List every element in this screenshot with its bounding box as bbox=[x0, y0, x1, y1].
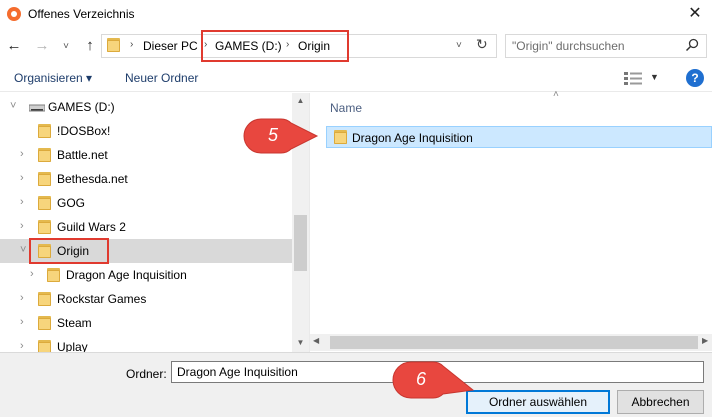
select-folder-button[interactable]: Ordner auswählen bbox=[466, 390, 610, 414]
chevron-right-icon[interactable]: › bbox=[20, 292, 24, 304]
scroll-up-icon[interactable]: ▲ bbox=[292, 96, 309, 105]
drive-icon bbox=[29, 104, 45, 112]
chevron-right-icon[interactable]: › bbox=[20, 172, 24, 184]
origin-app-icon bbox=[7, 7, 21, 21]
folder-icon bbox=[107, 38, 123, 52]
chevron-right-icon[interactable]: › bbox=[20, 316, 24, 328]
chevron-right-icon[interactable]: › bbox=[30, 268, 34, 280]
callout-number: 6 bbox=[416, 369, 427, 389]
search-placeholder: "Origin" durchsuchen bbox=[512, 39, 625, 53]
tree-item-guild-wars-2[interactable]: › Guild Wars 2 bbox=[0, 215, 292, 239]
folder-field-label: Ordner: bbox=[126, 367, 167, 381]
tree-item-label: Guild Wars 2 bbox=[57, 220, 126, 234]
chevron-down-icon[interactable]: ˅ bbox=[10, 100, 16, 112]
scroll-left-icon[interactable]: ◀ bbox=[313, 336, 319, 345]
view-dropdown-icon[interactable]: ▼ bbox=[650, 72, 659, 82]
chevron-right-icon[interactable]: › bbox=[20, 148, 24, 160]
scroll-down-icon[interactable]: ▼ bbox=[292, 338, 309, 347]
scroll-right-icon[interactable]: ▶ bbox=[702, 336, 708, 345]
tree-item-label: GOG bbox=[57, 196, 86, 210]
back-button[interactable]: ← bbox=[4, 36, 24, 56]
breadcrumb-separator-icon[interactable]: › bbox=[130, 39, 133, 50]
tree-item-label: !DOSBox! bbox=[57, 124, 111, 138]
origin-highlight-box bbox=[29, 238, 109, 264]
organize-button[interactable]: Organisieren ▾ bbox=[14, 71, 92, 85]
chevron-down-icon[interactable]: ˅ bbox=[20, 244, 26, 256]
content-scrollbar-thumb[interactable] bbox=[330, 336, 698, 349]
view-mode-icon[interactable] bbox=[624, 72, 642, 85]
tree-item-label: Dragon Age Inquisition bbox=[66, 268, 187, 282]
callout-arrow-shape bbox=[392, 361, 475, 399]
tree-item-uplay[interactable]: › Uplay bbox=[0, 335, 292, 352]
sort-ascending-icon: ˄ bbox=[553, 89, 559, 100]
tree-item-dragon-age-inquisition[interactable]: › Dragon Age Inquisition bbox=[0, 263, 292, 287]
step-callout-5: 5 bbox=[241, 117, 321, 158]
recent-locations-button[interactable]: ˅ bbox=[59, 37, 73, 57]
tree-item-games-drive[interactable]: ˅ GAMES (D:) bbox=[0, 95, 292, 119]
tree-item-label: Uplay bbox=[57, 340, 88, 352]
list-item-label: Dragon Age Inquisition bbox=[352, 131, 473, 145]
command-bar bbox=[0, 64, 712, 92]
chevron-right-icon[interactable]: › bbox=[20, 340, 24, 352]
tree-item-rockstar-games[interactable]: › Rockstar Games bbox=[0, 287, 292, 311]
tree-item-label: GAMES (D:) bbox=[48, 100, 115, 114]
close-button[interactable]: ✕ bbox=[682, 2, 708, 26]
help-icon[interactable]: ? bbox=[686, 69, 704, 87]
chevron-right-icon[interactable]: › bbox=[20, 196, 24, 208]
window-title: Offenes Verzeichnis bbox=[28, 7, 135, 21]
column-header-name[interactable]: Name bbox=[330, 101, 362, 115]
callout-number: 5 bbox=[268, 125, 279, 145]
address-dropdown-icon[interactable]: ˅ bbox=[456, 40, 462, 51]
forward-button[interactable]: → bbox=[32, 36, 52, 56]
tree-item-label: Steam bbox=[57, 316, 92, 330]
chevron-right-icon[interactable]: › bbox=[20, 220, 24, 232]
cancel-button[interactable]: Abbrechen bbox=[617, 390, 704, 414]
breadcrumb-this-pc[interactable]: Dieser PC bbox=[143, 39, 198, 53]
callout-arrow-shape bbox=[243, 118, 319, 154]
tree-item-steam[interactable]: › Steam bbox=[0, 311, 292, 335]
step-callout-6: 6 bbox=[391, 360, 475, 403]
tree-item-label: Bethesda.net bbox=[57, 172, 128, 186]
breadcrumb-highlight-box bbox=[201, 30, 349, 62]
tree-item-bethesda[interactable]: › Bethesda.net bbox=[0, 167, 292, 191]
new-folder-button[interactable]: Neuer Ordner bbox=[125, 71, 198, 85]
tree-item-label: Battle.net bbox=[57, 148, 108, 162]
up-button[interactable]: ↑ bbox=[80, 36, 100, 56]
tree-scrollbar-thumb[interactable] bbox=[294, 215, 307, 271]
tree-item-gog[interactable]: › GOG bbox=[0, 191, 292, 215]
refresh-icon[interactable]: ↻ bbox=[476, 36, 488, 53]
tree-item-label: Rockstar Games bbox=[57, 292, 147, 306]
search-icon[interactable] bbox=[684, 37, 700, 53]
